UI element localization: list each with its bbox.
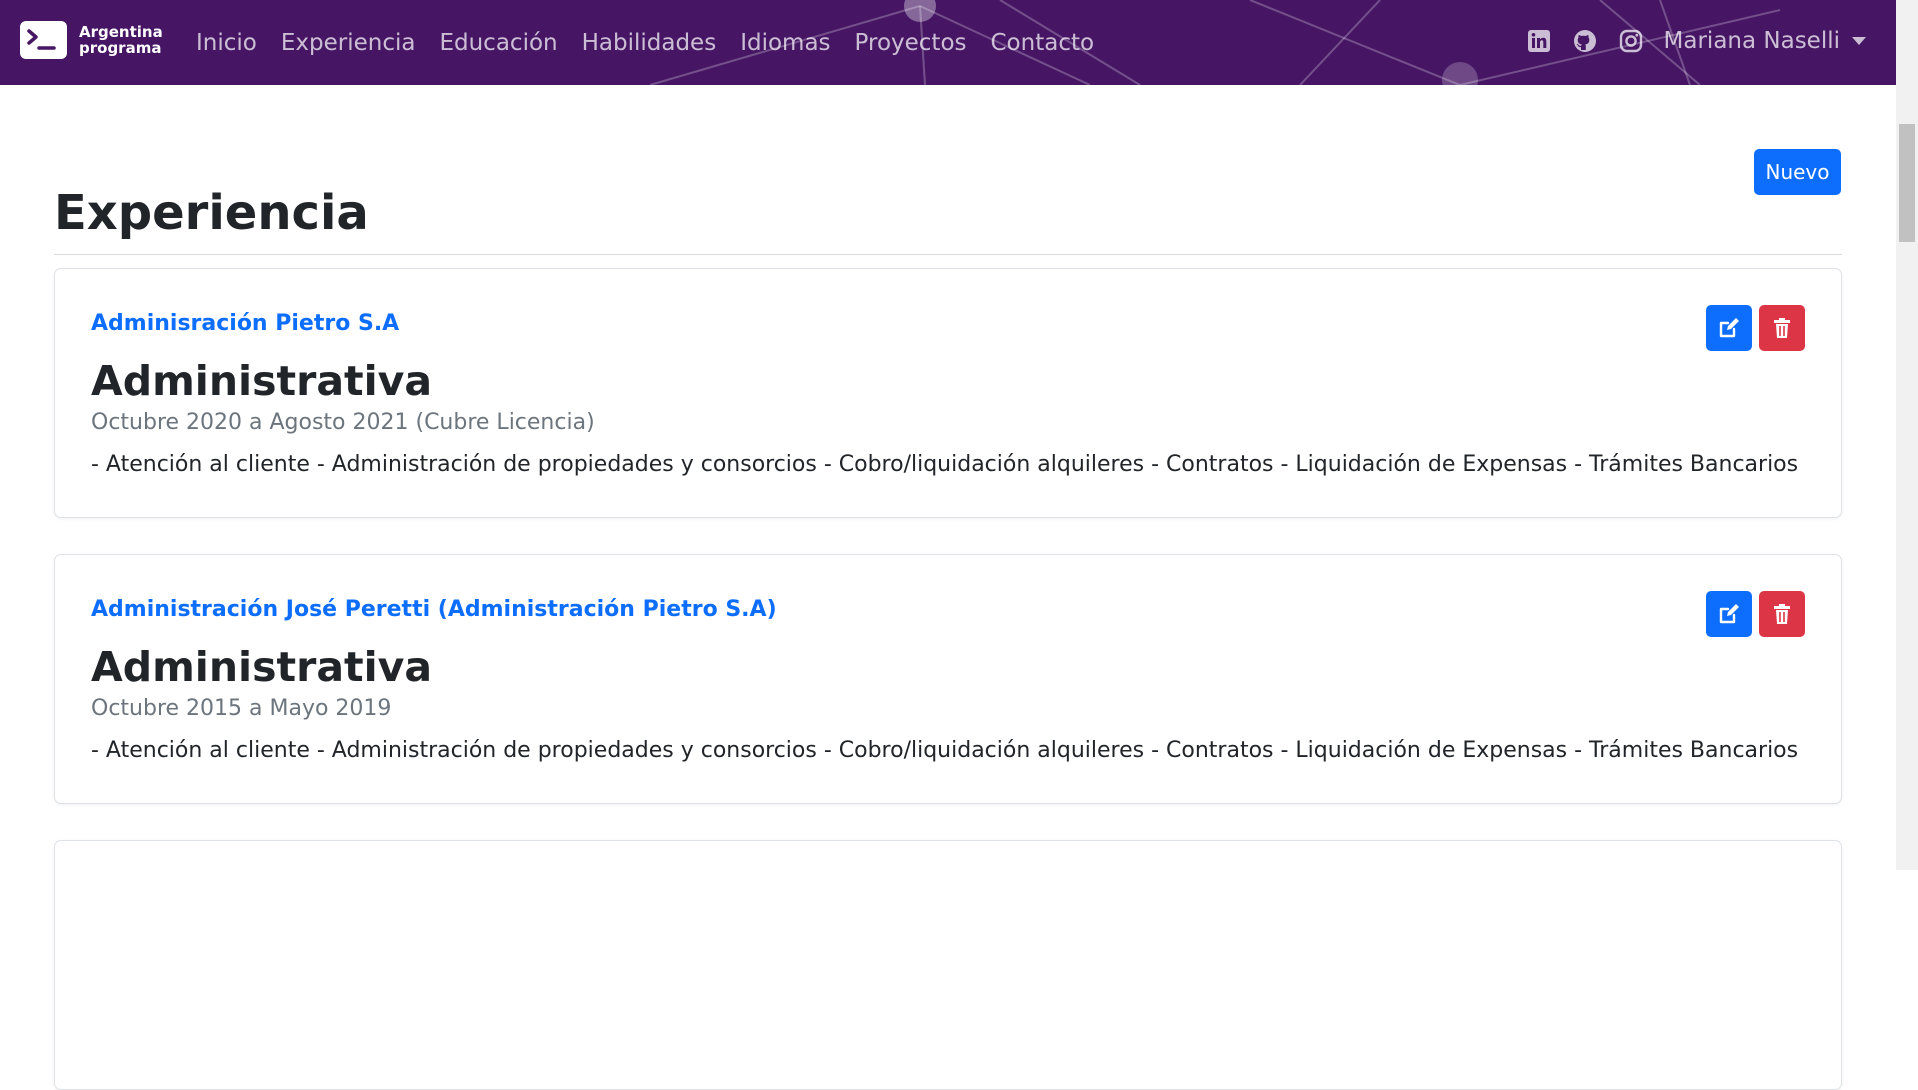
page-title: Experiencia	[54, 185, 369, 241]
navbar: Argentina programa Inicio Experiencia Ed…	[0, 0, 1896, 85]
nav-link-contacto[interactable]: Contacto	[991, 30, 1095, 56]
job-dates: Octubre 2020 a Agosto 2021 (Cubre Licenc…	[91, 410, 595, 435]
delete-button[interactable]	[1759, 591, 1805, 637]
trash-icon	[1774, 604, 1790, 624]
nav-link-proyectos[interactable]: Proyectos	[855, 30, 967, 56]
job-description: - Atención al cliente - Administración d…	[91, 452, 1799, 477]
card-actions	[1699, 591, 1805, 637]
job-role: Administrativa	[91, 643, 433, 691]
card-actions	[1699, 305, 1805, 351]
nav-right: Mariana Naselli	[1526, 28, 1866, 54]
edit-button[interactable]	[1706, 305, 1752, 351]
company-name: Adminisración Pietro S.A	[91, 311, 400, 336]
nav-links: Inicio Experiencia Educación Habilidades…	[196, 30, 1118, 56]
instagram-icon[interactable]	[1618, 28, 1644, 54]
experience-card: Adminisración Pietro S.A Administrativa …	[54, 268, 1842, 518]
brand-logo[interactable]: Argentina programa	[20, 21, 163, 59]
nav-link-habilidades[interactable]: Habilidades	[582, 30, 717, 56]
caret-down-icon	[1852, 37, 1866, 45]
brand-name: Argentina programa	[79, 24, 163, 56]
job-dates: Octubre 2015 a Mayo 2019	[91, 696, 392, 721]
page-scrollbar[interactable]	[1896, 0, 1918, 870]
trash-icon	[1774, 318, 1790, 338]
new-button[interactable]: Nuevo	[1754, 149, 1841, 195]
github-icon[interactable]	[1572, 28, 1598, 54]
delete-button[interactable]	[1759, 305, 1805, 351]
brand-line-2: programa	[79, 39, 162, 57]
edit-button[interactable]	[1706, 591, 1752, 637]
edit-icon	[1719, 318, 1739, 338]
experience-card: Administración José Peretti (Administrac…	[54, 554, 1842, 804]
nav-link-inicio[interactable]: Inicio	[196, 30, 257, 56]
user-dropdown[interactable]: Mariana Naselli	[1664, 28, 1866, 54]
company-name: Administración José Peretti (Administrac…	[91, 597, 777, 622]
user-name: Mariana Naselli	[1663, 28, 1840, 54]
nav-link-idiomas[interactable]: Idiomas	[740, 30, 830, 56]
terminal-icon	[20, 21, 67, 59]
brand-line-1: Argentina	[79, 23, 163, 41]
nav-link-experiencia[interactable]: Experiencia	[281, 30, 416, 56]
nav-link-educacion[interactable]: Educación	[439, 30, 557, 56]
linkedin-icon[interactable]	[1526, 28, 1552, 54]
job-role: Administrativa	[91, 357, 433, 405]
job-description: - Atención al cliente - Administración d…	[91, 738, 1799, 763]
scrollbar-thumb[interactable]	[1899, 124, 1915, 242]
title-divider	[54, 254, 1842, 255]
experience-card	[54, 840, 1842, 1090]
edit-icon	[1719, 604, 1739, 624]
